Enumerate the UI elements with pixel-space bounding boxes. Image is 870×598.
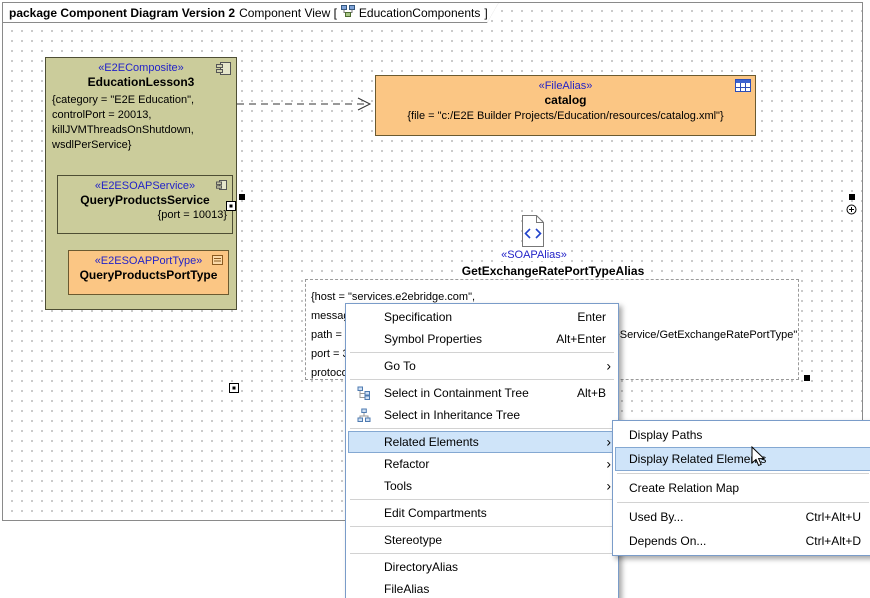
menu-item-select-in-inheritance-tree[interactable]: Select in Inheritance Tree bbox=[348, 404, 616, 426]
application-canvas: package Component Diagram Version 2 Comp… bbox=[0, 0, 870, 598]
circle-plus-icon[interactable] bbox=[846, 204, 857, 215]
tab-view-type: Component View [ bbox=[239, 6, 337, 20]
menu-item-edit-compartments[interactable]: Edit Compartments bbox=[348, 502, 616, 524]
menu-separator bbox=[350, 352, 614, 353]
manipulator-box-icon[interactable] bbox=[229, 383, 239, 393]
component-icon bbox=[215, 61, 232, 76]
menu-item-directoryalias[interactable]: DirectoryAlias bbox=[348, 556, 616, 578]
menu-item-create-relation-map[interactable]: Create Relation Map bbox=[615, 476, 870, 500]
element-name: QueryProductsService bbox=[58, 193, 232, 207]
menu-item-label: Select in Containment Tree bbox=[384, 386, 529, 400]
menu-item-go-to[interactable]: Go To › bbox=[348, 355, 616, 377]
stereotype-label: «E2ESOAPService» bbox=[58, 180, 232, 192]
menu-item-label: Create Relation Map bbox=[629, 481, 739, 495]
menu-item-label: Related Elements bbox=[384, 435, 479, 449]
menu-item-label: DirectoryAlias bbox=[384, 560, 458, 574]
selection-handle[interactable] bbox=[239, 194, 245, 200]
menu-shortcut: Alt+Enter bbox=[538, 332, 606, 346]
component-diagram-icon bbox=[341, 5, 355, 20]
menu-separator bbox=[350, 428, 614, 429]
stereotype-label: «SOAPAlias» bbox=[468, 249, 600, 261]
element-name[interactable]: GetExchangeRatePortTypeAlias bbox=[437, 264, 669, 278]
component-query-products-service[interactable]: «E2ESOAPService» QueryProductsService {p… bbox=[57, 175, 233, 234]
manipulator-box-icon[interactable] bbox=[226, 201, 236, 211]
property-line: {port = 10013} bbox=[58, 209, 232, 221]
menu-shortcut: Enter bbox=[559, 310, 606, 324]
menu-separator bbox=[350, 526, 614, 527]
menu-item-label: Display Paths bbox=[629, 428, 702, 442]
diagram-tab-content: package Component Diagram Version 2 Comp… bbox=[3, 3, 504, 22]
submenu-arrow-icon: › bbox=[606, 433, 611, 449]
menu-item-related-elements[interactable]: Related Elements › bbox=[348, 431, 616, 453]
mouse-cursor-icon bbox=[751, 446, 766, 467]
diagram-tab[interactable]: package Component Diagram Version 2 Comp… bbox=[2, 2, 499, 23]
menu-item-symbol-properties[interactable]: Symbol Properties Alt+Enter bbox=[348, 328, 616, 350]
tab-diagram-name: EducationComponents bbox=[359, 6, 480, 20]
menu-item-stereotype[interactable]: Stereotype bbox=[348, 529, 616, 551]
menu-separator bbox=[617, 502, 869, 503]
containment-tree-icon bbox=[357, 386, 371, 400]
property-line: wsdlPerService} bbox=[52, 138, 231, 153]
component-icon bbox=[215, 179, 228, 191]
menu-item-label: Tools bbox=[384, 479, 412, 493]
element-name: QueryProductsPortType bbox=[69, 268, 228, 282]
menu-item-display-related-elements[interactable]: Display Related Elements bbox=[615, 447, 870, 471]
menu-item-tools[interactable]: Tools › bbox=[348, 475, 616, 497]
context-menu: Specification Enter Symbol Properties Al… bbox=[345, 303, 619, 598]
property-line: {category = "E2E Education", bbox=[52, 93, 231, 108]
component-catalog-filealias[interactable]: «FileAlias» catalog {file = "c:/E2E Buil… bbox=[375, 75, 756, 136]
component-query-products-porttype[interactable]: «E2ESOAPPortType» QueryProductsPortType bbox=[68, 250, 229, 295]
tab-title: package Component Diagram Version 2 bbox=[9, 6, 235, 20]
selection-handle[interactable] bbox=[849, 194, 855, 200]
menu-item-label: Depends On... bbox=[629, 534, 706, 548]
property-line: killJVMThreadsOnShutdown, bbox=[52, 123, 231, 138]
menu-separator bbox=[617, 473, 869, 474]
menu-item-used-by[interactable]: Used By... Ctrl+Alt+U bbox=[615, 505, 870, 529]
menu-item-label: Specification bbox=[384, 310, 452, 324]
element-properties: {category = "E2E Education", controlPort… bbox=[46, 89, 236, 153]
menu-shortcut: Alt+B bbox=[559, 386, 606, 400]
menu-item-label: Edit Compartments bbox=[384, 506, 487, 520]
element-name: EducationLesson3 bbox=[46, 75, 236, 89]
soap-alias-document-icon[interactable] bbox=[519, 214, 547, 248]
menu-item-label: Display Related Elements bbox=[629, 452, 766, 466]
menu-item-label: Refactor bbox=[384, 457, 429, 471]
menu-item-filealias[interactable]: FileAlias bbox=[348, 578, 616, 598]
menu-separator bbox=[350, 553, 614, 554]
related-elements-submenu: Display Paths Display Related Elements C… bbox=[612, 420, 870, 556]
menu-item-depends-on[interactable]: Depends On... Ctrl+Alt+D bbox=[615, 529, 870, 553]
submenu-arrow-icon: › bbox=[606, 357, 611, 373]
inheritance-tree-icon bbox=[357, 408, 371, 422]
element-name: catalog bbox=[376, 93, 755, 107]
table-icon bbox=[735, 79, 751, 92]
selection-handle[interactable] bbox=[804, 375, 810, 381]
stereotype-label: «E2EComposite» bbox=[46, 62, 236, 74]
submenu-arrow-icon: › bbox=[606, 477, 611, 493]
porttype-icon bbox=[211, 254, 224, 266]
property-line: controlPort = 20013, bbox=[52, 108, 231, 123]
submenu-arrow-icon: › bbox=[606, 455, 611, 471]
menu-item-label: Go To bbox=[384, 359, 416, 373]
menu-item-label: Stereotype bbox=[384, 533, 442, 547]
menu-item-label: Symbol Properties bbox=[384, 332, 482, 346]
component-education-lesson3[interactable]: «E2EComposite» EducationLesson3 {categor… bbox=[45, 57, 237, 310]
menu-separator bbox=[350, 499, 614, 500]
menu-shortcut: Ctrl+Alt+U bbox=[788, 510, 861, 524]
tab-bracket-close: ] bbox=[484, 6, 487, 20]
menu-shortcut: Ctrl+Alt+D bbox=[788, 534, 861, 548]
menu-item-specification[interactable]: Specification Enter bbox=[348, 306, 616, 328]
dependency-arrow[interactable] bbox=[237, 94, 377, 114]
menu-item-label: FileAlias bbox=[384, 582, 429, 596]
property-line: {file = "c:/E2E Builder Projects/Educati… bbox=[376, 110, 755, 122]
menu-item-refactor[interactable]: Refactor › bbox=[348, 453, 616, 475]
stereotype-label: «E2ESOAPPortType» bbox=[69, 255, 228, 267]
menu-item-label: Select in Inheritance Tree bbox=[384, 408, 520, 422]
menu-item-label: Used By... bbox=[629, 510, 683, 524]
stereotype-label: «FileAlias» bbox=[376, 80, 755, 92]
menu-item-display-paths[interactable]: Display Paths bbox=[615, 423, 870, 447]
menu-separator bbox=[350, 379, 614, 380]
menu-item-select-in-containment-tree[interactable]: Select in Containment Tree Alt+B bbox=[348, 382, 616, 404]
